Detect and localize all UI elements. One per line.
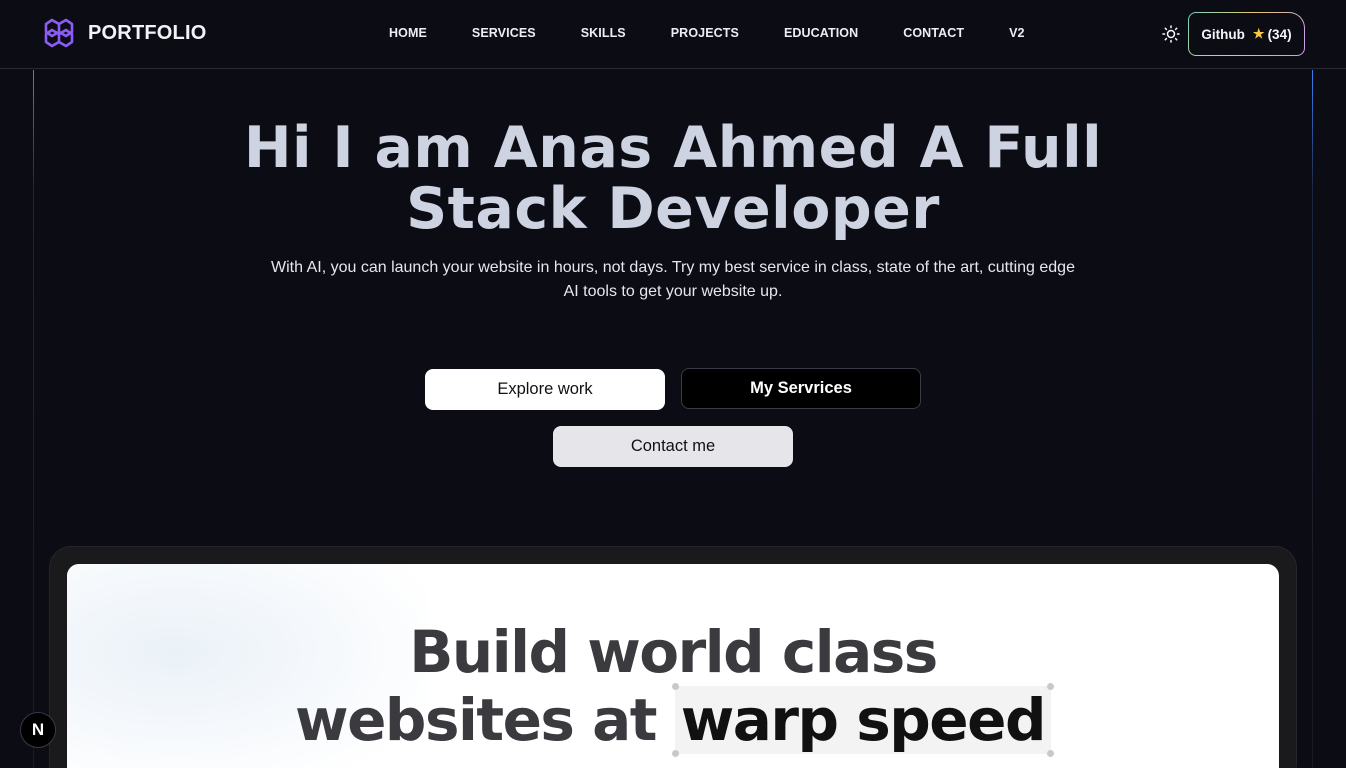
star-icon: ★ <box>1252 26 1265 41</box>
github-star-count: (34) <box>1267 26 1292 42</box>
explore-work-button[interactable]: Explore work <box>425 369 665 410</box>
selection-handle <box>1046 683 1054 690</box>
preview-title: Build world class websites at warp speed <box>67 618 1279 757</box>
my-services-button[interactable]: My Servrices <box>681 368 921 409</box>
preview-card: Build world class websites at warp speed <box>67 564 1279 768</box>
preview-title-line2: websites at warp speed <box>67 683 1279 757</box>
github-button[interactable]: Github ★ (34) <box>1188 12 1305 56</box>
selection-handle <box>671 683 679 690</box>
nav-item-projects[interactable]: PROJECTS <box>671 26 739 40</box>
preview-title-highlight: warp speed <box>671 683 1054 757</box>
nav-item-services[interactable]: SERVICES <box>472 26 536 40</box>
nav-item-home[interactable]: HOME <box>389 26 427 40</box>
knot-logo-icon <box>44 18 74 48</box>
theme-toggle-button[interactable] <box>1161 24 1181 44</box>
hero-title: Hi I am Anas Ahmed A Full Stack Develope… <box>243 115 1103 242</box>
selection-handle <box>1046 750 1054 757</box>
selection-handle <box>671 750 679 757</box>
nav-item-v2[interactable]: V2 <box>1009 26 1025 40</box>
nextjs-icon[interactable]: N <box>20 712 56 748</box>
right-rail-line-lower <box>1312 550 1313 768</box>
hero-subtitle: With AI, you can launch your website in … <box>271 259 1075 300</box>
nav-item-contact[interactable]: CONTACT <box>903 26 964 40</box>
preview-title-prefix: websites at <box>295 686 657 754</box>
main-nav: HOME SERVICES SKILLS PROJECTS EDUCATION … <box>389 26 1070 40</box>
brand-name: PORTFOLIO <box>88 21 207 44</box>
left-rail-line <box>33 70 34 550</box>
site-header: PORTFOLIO HOME SERVICES SKILLS PROJECTS … <box>0 0 1346 69</box>
preview-title-line1: Build world class <box>409 618 938 686</box>
nav-item-education[interactable]: EDUCATION <box>784 26 858 40</box>
sun-icon <box>1162 25 1180 43</box>
github-label: Github <box>1201 26 1245 42</box>
nav-item-skills[interactable]: SKILLS <box>581 26 626 40</box>
contact-me-button[interactable]: Contact me <box>553 426 793 467</box>
highlight-text: warp speed <box>680 686 1047 754</box>
brand[interactable]: PORTFOLIO <box>42 16 206 50</box>
right-rail-line <box>1312 70 1313 550</box>
